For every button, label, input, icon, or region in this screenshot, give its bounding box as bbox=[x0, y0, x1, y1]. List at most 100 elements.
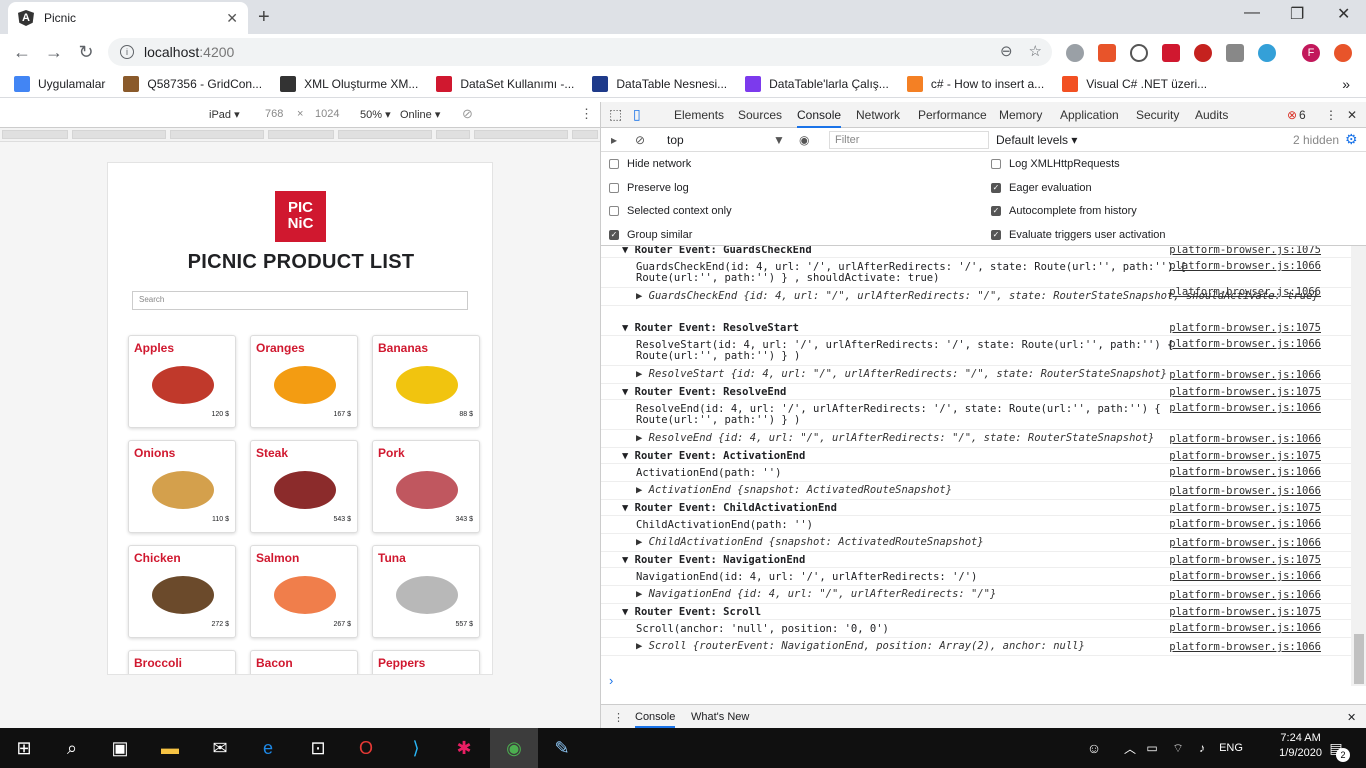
chrome-icon[interactable]: ◉ bbox=[490, 728, 538, 768]
error-icon[interactable]: ⊗ bbox=[1287, 108, 1297, 122]
inspect-icon[interactable]: ⬚ bbox=[609, 106, 622, 123]
app-icon[interactable]: ✎ bbox=[550, 736, 574, 760]
more-bookmarks-icon[interactable]: » bbox=[1342, 76, 1350, 92]
extension-icon[interactable] bbox=[1098, 44, 1116, 62]
info-icon[interactable]: i bbox=[120, 45, 134, 59]
console-object-entry[interactable]: ▶ ResolveStart {id: 4, url: "/", urlAfte… bbox=[601, 366, 1351, 384]
bookmark-item[interactable]: DataTable Nesnesi... bbox=[592, 75, 727, 92]
console-scrollbar[interactable] bbox=[1351, 246, 1366, 686]
product-card[interactable]: Tuna 557 $ bbox=[372, 545, 480, 638]
checkbox[interactable] bbox=[609, 182, 619, 193]
source-link[interactable]: platform-browser.js:1075 bbox=[1169, 450, 1321, 462]
console-settings-icon[interactable]: ⚙ bbox=[1345, 131, 1358, 148]
zoom-select[interactable]: 50% ▾ bbox=[360, 108, 391, 121]
product-card[interactable]: Salmon 267 $ bbox=[250, 545, 358, 638]
console-group-header[interactable]: ▼ Router Event: ResolveStart platform-bro… bbox=[601, 320, 1351, 336]
product-card[interactable]: Chicken 272 $ bbox=[128, 545, 236, 638]
console-group-header[interactable]: ▼ Router Event: GuardsCheckEnd platform-b… bbox=[601, 246, 1351, 258]
url-input[interactable]: i localhost:4200 ⊖ ☆ bbox=[108, 38, 1052, 66]
console-prompt[interactable]: › bbox=[609, 673, 613, 688]
slack-icon[interactable]: ✱ bbox=[452, 736, 476, 760]
product-card[interactable]: Broccoli bbox=[128, 650, 236, 674]
sidebar-toggle-icon[interactable]: ▸ bbox=[611, 133, 617, 147]
checkbox[interactable]: ✓ bbox=[609, 229, 619, 240]
checkbox[interactable] bbox=[609, 159, 619, 169]
devtools-tab-console[interactable]: Console bbox=[797, 108, 842, 128]
wifi-icon[interactable]: ⌔ bbox=[1166, 736, 1190, 760]
zoom-icon[interactable]: ⊖ bbox=[1000, 42, 1013, 60]
product-card[interactable]: Steak 543 $ bbox=[250, 440, 358, 533]
console-group-header[interactable]: ▼ Router Event: ActivationEnd platform-br… bbox=[601, 448, 1351, 464]
product-card[interactable]: Apples 120 $ bbox=[128, 335, 236, 428]
extension-icon[interactable] bbox=[1258, 44, 1276, 62]
source-link[interactable]: platform-browser.js:1066 bbox=[1169, 338, 1321, 350]
cors-extension-icon[interactable] bbox=[1162, 44, 1180, 62]
network-select[interactable]: Online ▾ bbox=[400, 108, 440, 121]
source-link[interactable]: platform-browser.js:1075 bbox=[1169, 502, 1321, 514]
devtools-menu-icon[interactable]: ⋮ bbox=[1325, 108, 1337, 122]
rotate-icon[interactable]: ⊘ bbox=[462, 106, 473, 122]
update-icon[interactable] bbox=[1334, 44, 1352, 62]
extension-icon[interactable] bbox=[1226, 44, 1244, 62]
back-icon[interactable]: ← bbox=[6, 42, 38, 63]
globe-extension-icon[interactable] bbox=[1066, 44, 1084, 62]
bookmark-item[interactable]: Uygulamalar bbox=[14, 75, 105, 92]
source-link[interactable]: platform-browser.js:1075 bbox=[1169, 246, 1321, 256]
source-link[interactable]: platform-browser.js:1066 bbox=[1169, 518, 1321, 530]
eye-icon[interactable]: ◉ bbox=[799, 133, 809, 147]
volume-icon[interactable]: ♪ bbox=[1190, 736, 1214, 760]
source-link[interactable]: platform-browser.js:1066 bbox=[1169, 369, 1321, 381]
console-setting-option[interactable]: ✓ Group similar bbox=[609, 229, 692, 241]
language-indicator[interactable]: ENG bbox=[1216, 736, 1246, 760]
close-window-icon[interactable]: ✕ bbox=[1337, 4, 1350, 24]
context-select[interactable]: top bbox=[667, 133, 684, 147]
reload-icon[interactable]: ↻ bbox=[70, 42, 102, 63]
devtools-tab-elements[interactable]: Elements bbox=[674, 108, 724, 122]
devtools-tab-performance[interactable]: Performance bbox=[918, 108, 987, 122]
battery-icon[interactable]: ▭ bbox=[1140, 736, 1164, 760]
bookmark-item[interactable]: Visual C# .NET üzeri... bbox=[1062, 75, 1207, 92]
console-group-header[interactable]: ▼ Router Event: NavigationEnd platform-br… bbox=[601, 552, 1351, 568]
width-input[interactable]: 768 bbox=[265, 108, 283, 120]
bookmark-item[interactable]: DataSet Kullanımı -... bbox=[436, 75, 574, 92]
checkbox[interactable] bbox=[609, 206, 619, 216]
source-link[interactable]: platform-browser.js:1066 bbox=[1169, 589, 1321, 601]
console-group-header[interactable]: ▼ Router Event: ChildActivationEnd platfo… bbox=[601, 500, 1351, 516]
close-tab-icon[interactable]: ✕ bbox=[226, 10, 238, 27]
close-devtools-icon[interactable]: ✕ bbox=[1347, 108, 1357, 122]
profile-avatar[interactable]: F bbox=[1302, 44, 1320, 62]
product-card[interactable]: Onions 110 $ bbox=[128, 440, 236, 533]
store-icon[interactable]: ⊡ bbox=[306, 736, 330, 760]
checkbox[interactable]: ✓ bbox=[991, 182, 1001, 193]
console-setting-option[interactable]: Selected context only bbox=[609, 205, 732, 217]
height-input[interactable]: 1024 bbox=[315, 108, 339, 120]
console-setting-option[interactable]: ✓ Autocomplete from history bbox=[991, 205, 1137, 217]
task-view-icon[interactable]: ▣ bbox=[108, 736, 132, 760]
product-card[interactable]: Bananas 88 $ bbox=[372, 335, 480, 428]
new-tab-button[interactable]: + bbox=[258, 6, 270, 29]
clear-console-icon[interactable]: ⊘ bbox=[635, 133, 645, 147]
console-object-entry[interactable]: ▶ GuardsCheckEnd {id: 4, url: "/", urlAf… bbox=[601, 286, 1351, 306]
devtools-tab-security[interactable]: Security bbox=[1136, 108, 1179, 122]
device-select[interactable]: iPad ▾ bbox=[209, 108, 240, 121]
vscode-icon[interactable]: ⟩ bbox=[404, 736, 428, 760]
console-object-entry[interactable]: ▶ ActivationEnd {snapshot: ActivatedRout… bbox=[601, 482, 1351, 500]
checkbox[interactable]: ✓ bbox=[991, 229, 1001, 240]
source-link[interactable]: platform-browser.js:1075 bbox=[1169, 606, 1321, 618]
close-drawer-icon[interactable]: ✕ bbox=[1347, 711, 1356, 724]
source-link[interactable]: platform-browser.js:1066 bbox=[1169, 485, 1321, 497]
product-card[interactable]: Pork 343 $ bbox=[372, 440, 480, 533]
bookmark-item[interactable]: Q587356 - GridCon... bbox=[123, 75, 262, 92]
source-link[interactable]: platform-browser.js:1066 bbox=[1169, 537, 1321, 549]
file-explorer-icon[interactable]: ▬ bbox=[158, 736, 182, 760]
console-setting-option[interactable]: ✓ Evaluate triggers user activation bbox=[991, 229, 1166, 241]
source-link[interactable]: platform-browser.js:1066 bbox=[1169, 260, 1321, 272]
console-setting-option[interactable]: Preserve log bbox=[609, 182, 689, 194]
search-icon[interactable]: ⌕ bbox=[60, 736, 84, 760]
filter-input[interactable]: Filter bbox=[829, 131, 989, 149]
devtools-tab-audits[interactable]: Audits bbox=[1195, 108, 1228, 122]
drawer-tab-console[interactable]: Console bbox=[635, 711, 676, 728]
mail-icon[interactable]: ✉ bbox=[208, 736, 232, 760]
checkbox[interactable] bbox=[991, 159, 1001, 169]
maximize-icon[interactable]: ❐ bbox=[1290, 4, 1304, 24]
